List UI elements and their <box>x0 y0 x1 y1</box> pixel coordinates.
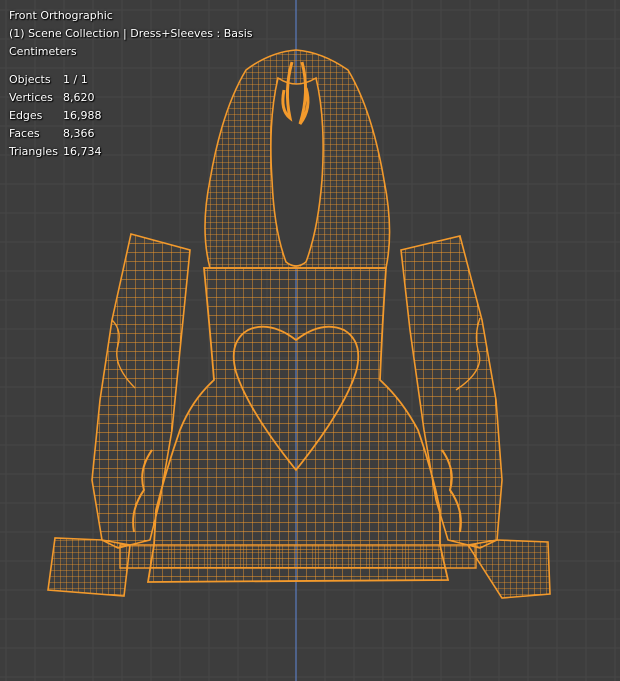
stat-value: 16,988 <box>63 109 102 122</box>
viewport-text-overlay: Front Orthographic (1) Scene Collection … <box>9 7 253 161</box>
stat-edges: Edges 16,988 <box>9 107 253 125</box>
stat-label: Objects <box>9 73 51 86</box>
stat-label: Vertices <box>9 91 53 104</box>
stat-label: Faces <box>9 127 40 140</box>
stat-vertices: Vertices 8,620 <box>9 89 253 107</box>
units-label: Centimeters <box>9 45 77 58</box>
collection-info: (1) Scene Collection | Dress+Sleeves : B… <box>9 27 253 40</box>
stat-value: 8,366 <box>63 127 95 140</box>
stat-triangles: Triangles 16,734 <box>9 143 253 161</box>
stat-label: Edges <box>9 109 43 122</box>
stat-value: 8,620 <box>63 91 95 104</box>
3d-viewport[interactable]: Front Orthographic (1) Scene Collection … <box>0 0 620 681</box>
stat-label: Triangles <box>9 145 58 158</box>
view-name: Front Orthographic <box>9 9 113 22</box>
stat-faces: Faces 8,366 <box>9 125 253 143</box>
stat-objects: Objects 1 / 1 <box>9 71 253 89</box>
stat-value: 1 / 1 <box>63 73 88 86</box>
stat-value: 16,734 <box>63 145 102 158</box>
statistics-panel: Objects 1 / 1 Vertices 8,620 Edges 16,98… <box>9 71 253 161</box>
